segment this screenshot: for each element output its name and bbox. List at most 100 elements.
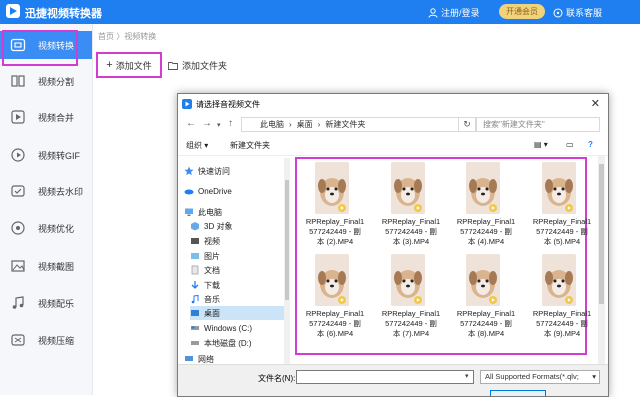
file-tile[interactable]: RPReplay_Final1 577242449 - 副本 (3).MP4 (376, 162, 446, 252)
nav-pane-scrollbar[interactable] (284, 158, 290, 364)
back-icon[interactable]: ← (186, 118, 196, 129)
sidebar-item-label: 视频压缩 (38, 335, 75, 346)
sidebar-item-video-music[interactable]: 视频配乐 (0, 289, 92, 317)
nav-item-drive-c[interactable]: Windows (C:) (190, 321, 294, 335)
split-icon (11, 75, 25, 87)
file-tile[interactable]: RPReplay_Final1 577242449 - 副本 (2).MP4 (300, 162, 370, 252)
nav-item-downloads[interactable]: 下载 (190, 278, 294, 292)
app-logo-icon (6, 4, 20, 18)
puppy-thumbnail-icon (466, 162, 500, 214)
file-name: RPReplay_Final1 577242449 - 副本 (2).MP4 (300, 217, 370, 247)
address-segment[interactable]: 桌面 (297, 119, 313, 130)
sidebar-item-remove-watermark[interactable]: 视频去水印 (0, 177, 92, 205)
organize-label: 组织 (186, 141, 202, 150)
scrollbar-thumb[interactable] (285, 180, 289, 300)
file-tile[interactable]: RPReplay_Final1 577242449 - 副本 (8).MP4 (451, 254, 521, 344)
search-input[interactable]: 搜索"新建文件夹" (476, 117, 600, 132)
file-name-line: RPReplay_Final1 (305, 309, 365, 318)
sidebar-item-video-split[interactable]: 视频分割 (0, 67, 92, 95)
nav-item-drive-d[interactable]: 本地磁盘 (D:) (190, 336, 294, 350)
file-name: RPReplay_Final1 577242449 - 副本 (8).MP4 (451, 309, 521, 339)
add-folder-label: 添加文件夹 (182, 60, 228, 71)
nav-item-desktop[interactable]: 桌面 (190, 306, 288, 320)
nav-item-3d-objects[interactable]: 3D 对象 (190, 219, 294, 233)
nav-item-quick-access[interactable]: 快速访问 (184, 164, 288, 178)
filename-label: 文件名(N): (258, 374, 296, 383)
download-icon (191, 281, 199, 289)
sidebar-item-label: 视频去水印 (38, 186, 84, 197)
nav-item-this-pc[interactable]: 此电脑 (184, 205, 288, 219)
file-name-line: 577242449 - 副 (309, 227, 361, 236)
file-name-line: 577242449 - 副 (460, 319, 512, 328)
nav-label: 音乐 (204, 294, 220, 304)
nav-label: 下载 (204, 280, 220, 290)
preview-pane-icon[interactable]: ▭ (566, 140, 574, 149)
refresh-icon[interactable]: ↻ (458, 117, 476, 132)
dialog-title-bar: 请选择音视频文件 ✕ (178, 94, 608, 114)
file-tile[interactable]: RPReplay_Final1 577242449 - 副本 (7).MP4 (376, 254, 446, 344)
scrollbar-thumb[interactable] (599, 164, 604, 304)
close-icon[interactable]: ✕ (591, 97, 600, 110)
nav-item-pictures[interactable]: 图片 (190, 249, 294, 263)
puppy-thumbnail-icon (315, 162, 349, 214)
contact-service-link[interactable]: 联系客服 (553, 6, 602, 19)
filename-input[interactable] (296, 370, 474, 384)
sidebar-item-video-screenshot[interactable]: 视频截图 (0, 252, 92, 280)
file-name: RPReplay_Final1 577242449 - 副本 (9).MP4 (527, 309, 597, 339)
nav-item-music[interactable]: 音乐 (190, 292, 294, 306)
file-grid-scrollbar[interactable] (598, 156, 605, 364)
filetype-select[interactable]: All Supported Formats(*.qlv; ▾ (480, 370, 600, 384)
drive-icon (191, 341, 199, 345)
login-link[interactable]: 注册/登录 (428, 6, 480, 19)
file-name-line: 本 (9).MP4 (543, 329, 581, 338)
merge-icon (11, 110, 25, 124)
puppy-thumbnail-icon (466, 254, 500, 306)
chevron-down-icon[interactable]: ▾ (465, 372, 469, 380)
address-segment[interactable]: 新建文件夹 (325, 119, 365, 130)
address-bar[interactable]: 此电脑 › 桌面 › 新建文件夹 (241, 117, 476, 132)
file-name: RPReplay_Final1 577242449 - 副本 (7).MP4 (376, 309, 446, 339)
address-segment[interactable]: 此电脑 (260, 119, 284, 130)
vip-button[interactable]: 开通会员 (499, 4, 545, 19)
file-tile[interactable]: RPReplay_Final1 577242449 - 副本 (5).MP4 (527, 162, 597, 252)
file-tile[interactable]: RPReplay_Final1 577242449 - 副本 (6).MP4 (300, 254, 370, 344)
sidebar-item-video-compress[interactable]: 视频压缩 (0, 326, 92, 354)
video-thumbnail (542, 254, 576, 306)
sidebar-item-label: 视频合并 (38, 112, 75, 123)
open-button[interactable] (490, 390, 546, 396)
nav-item-documents[interactable]: 文档 (190, 263, 294, 277)
nav-item-videos[interactable]: 视频 (190, 234, 294, 248)
file-name-line: 577242449 - 副 (536, 319, 588, 328)
sidebar-item-video-merge[interactable]: 视频合并 (0, 103, 92, 131)
up-icon[interactable]: ↑ (228, 118, 233, 129)
puppy-thumbnail-icon (391, 254, 425, 306)
add-folder-button[interactable]: 添加文件夹 (168, 56, 227, 74)
view-options-icon[interactable]: ▤ ▾ (534, 140, 548, 149)
file-name-line: 577242449 - 副 (460, 227, 512, 236)
sidebar-item-video-optimize[interactable]: 视频优化 (0, 214, 92, 242)
login-label: 注册/登录 (441, 8, 480, 18)
nav-label: 视频 (204, 236, 220, 246)
sidebar-item-label: 视频截图 (38, 261, 75, 272)
sidebar-item-label: 视频配乐 (38, 298, 75, 309)
puppy-thumbnail-icon (315, 254, 349, 306)
file-tile[interactable]: RPReplay_Final1 577242449 - 副本 (9).MP4 (527, 254, 597, 344)
add-file-button[interactable]: + 添加文件 (96, 52, 162, 78)
organize-button[interactable]: 组织 ▾ (186, 140, 208, 151)
nav-label: 3D 对象 (204, 221, 233, 231)
headset-icon (553, 8, 563, 17)
recent-dropdown-icon[interactable]: ▾ (217, 121, 221, 129)
sidebar-item-video-to-gif[interactable]: 视频转GIF (0, 141, 92, 169)
nav-item-onedrive[interactable]: OneDrive (184, 184, 288, 198)
document-icon (191, 265, 199, 275)
plus-icon: + (106, 59, 113, 71)
new-folder-button[interactable]: 新建文件夹 (230, 140, 270, 151)
video-thumbnail (315, 254, 349, 306)
video-thumbnail (391, 254, 425, 306)
help-icon[interactable]: ? (588, 140, 593, 149)
forward-icon[interactable]: → (202, 118, 212, 129)
dialog-footer: 文件名(N): ▾ All Supported Formats(*.qlv; ▾ (178, 364, 608, 396)
sidebar-item-label: 视频分割 (38, 76, 75, 87)
file-tile[interactable]: RPReplay_Final1 577242449 - 副本 (4).MP4 (451, 162, 521, 252)
file-name-line: 本 (7).MP4 (392, 329, 430, 338)
